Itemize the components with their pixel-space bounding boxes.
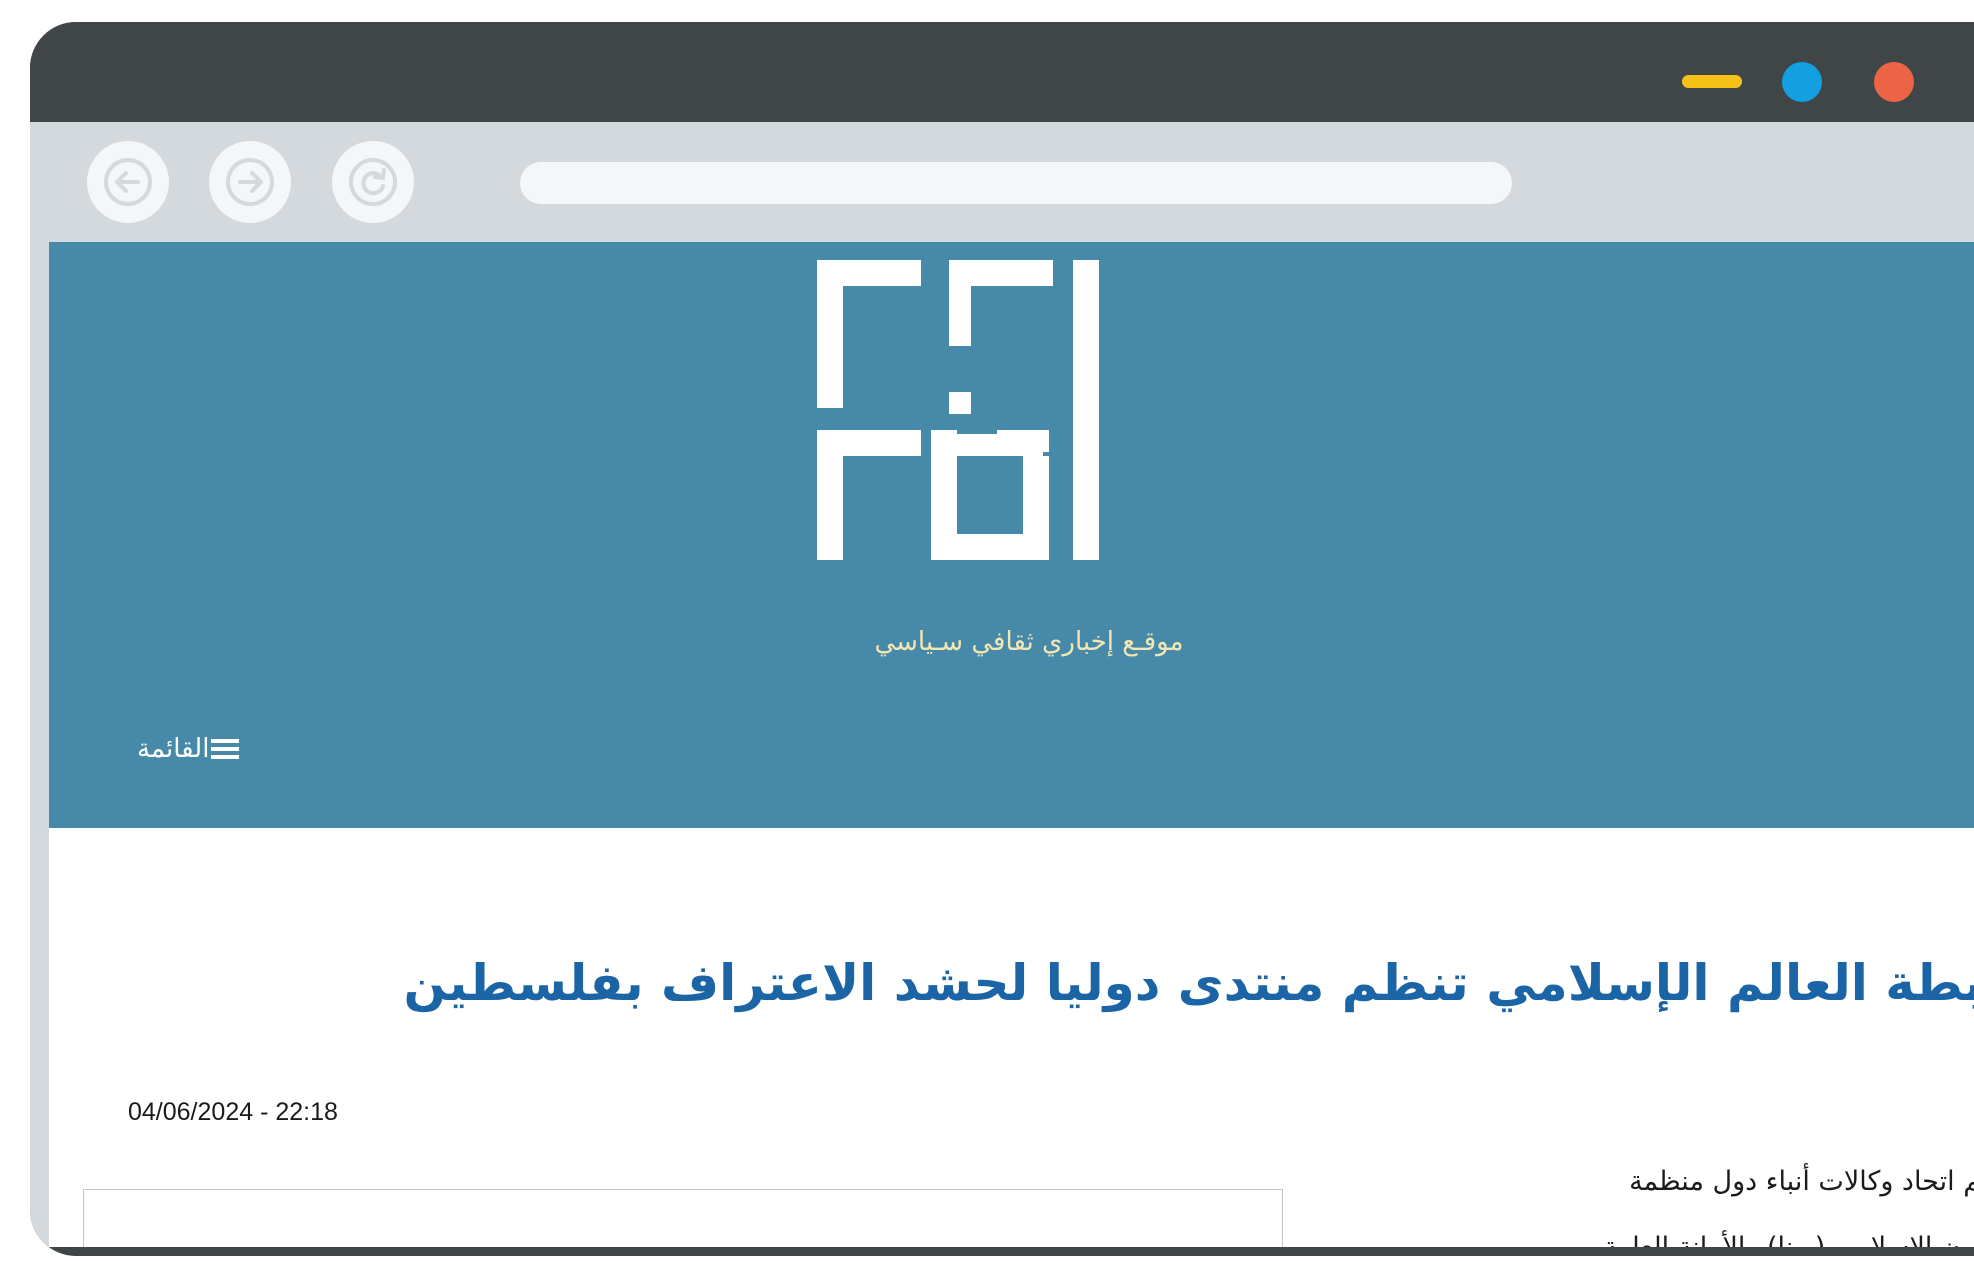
menu-button[interactable]: القائمة bbox=[137, 734, 240, 764]
browser-toolbar bbox=[30, 122, 1974, 242]
article-date: 04/06/2024 - 22:18 bbox=[128, 1098, 338, 1126]
article-body-line: التعاون الإسلامي (يونا) والأمانة العامة bbox=[1603, 1232, 1974, 1247]
minimize-icon[interactable] bbox=[1682, 75, 1742, 88]
arrow-left-icon bbox=[104, 158, 152, 206]
web-page: موقـع إخباري ثقافي سـياسي القائمة رابطة … bbox=[49, 242, 1974, 1247]
hamburger-icon bbox=[211, 735, 240, 763]
article-body-line: ينظم اتحاد وكالات أنباء دول منظمة bbox=[1629, 1166, 1974, 1197]
menu-label: القائمة bbox=[137, 734, 210, 764]
reload-icon bbox=[349, 158, 397, 206]
browser-window: موقـع إخباري ثقافي سـياسي القائمة رابطة … bbox=[30, 22, 1974, 1256]
window-edge bbox=[30, 242, 49, 1256]
close-icon[interactable] bbox=[1874, 62, 1914, 102]
site-header: موقـع إخباري ثقافي سـياسي القائمة bbox=[49, 242, 1974, 828]
site-tagline: موقـع إخباري ثقافي سـياسي bbox=[874, 627, 1184, 657]
article-headline[interactable]: رابطة العالم الإسلامي تنظم منتدى دوليا ل… bbox=[403, 954, 1974, 1012]
title-bar bbox=[30, 22, 1974, 122]
maximize-icon[interactable] bbox=[1782, 62, 1822, 102]
arrow-right-icon bbox=[226, 158, 274, 206]
back-button[interactable] bbox=[87, 141, 169, 223]
media-embed-box bbox=[83, 1189, 1283, 1247]
address-bar[interactable] bbox=[520, 162, 1512, 204]
reload-button[interactable] bbox=[332, 141, 414, 223]
forward-button[interactable] bbox=[209, 141, 291, 223]
